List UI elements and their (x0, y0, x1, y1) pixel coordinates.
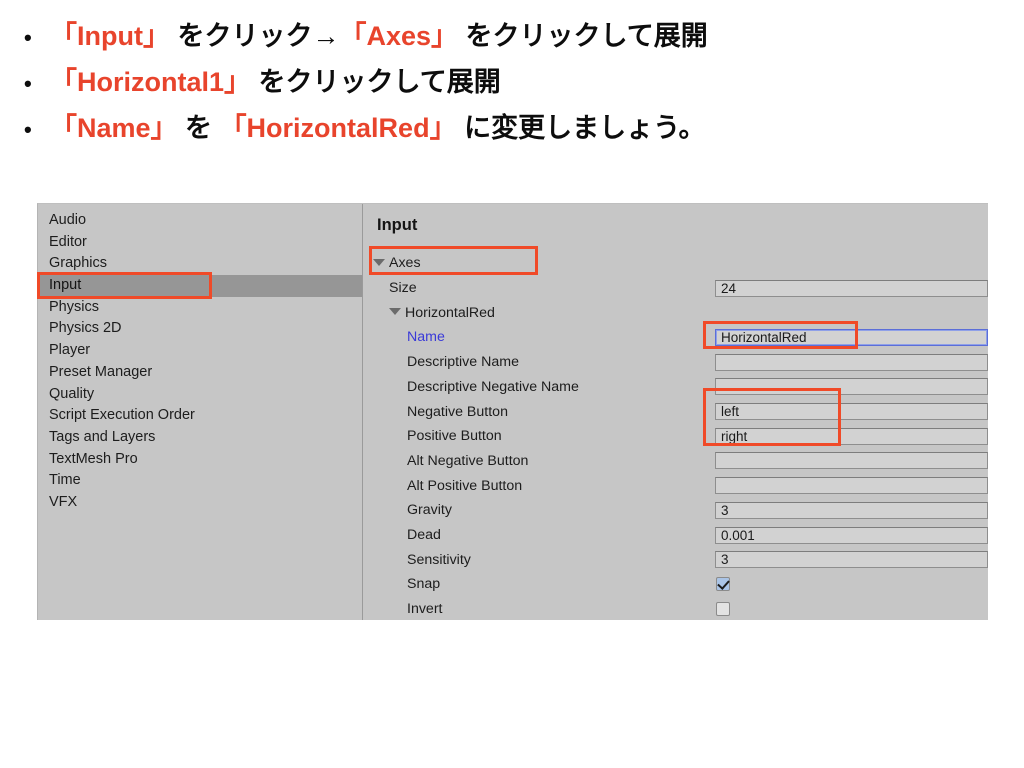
input-field-dead[interactable]: 0.001 (715, 526, 988, 544)
input-field-name[interactable]: HorizontalRed (715, 328, 988, 346)
settings-row-invert[interactable]: Invert (363, 597, 988, 620)
bullet-segment-black: をクリック→ (169, 21, 340, 51)
bullet-segment-red: 「Input」 (50, 21, 170, 51)
bullet-segment-black: を (177, 113, 220, 143)
row-label: Name (407, 329, 445, 346)
input-field-gravity[interactable]: 3 (715, 501, 988, 519)
sidebar-item-player[interactable]: Player (38, 340, 362, 362)
settings-row-gravity[interactable]: Gravity 3 (363, 498, 988, 523)
settings-detail-pane: Input Axes Size 24 HorizontalRed Name Horizon… (363, 204, 988, 620)
row-label: Alt Positive Button (407, 477, 523, 494)
input-field-alt-negative-button[interactable] (715, 452, 988, 470)
row-label: Size (389, 280, 417, 297)
settings-row-alt-positive-button[interactable]: Alt Positive Button (363, 473, 988, 498)
page-title: Input (377, 216, 418, 234)
settings-row-positive-button[interactable]: Positive Button right (363, 424, 988, 449)
settings-category-sidebar[interactable]: Audio Editor Graphics Input Physics Physics 2… (38, 204, 363, 620)
row-label: Snap (407, 576, 441, 593)
row-label: Descriptive Negative Name (407, 378, 579, 395)
row-label: Alt Negative Button (407, 452, 529, 469)
sidebar-item-graphics[interactable]: Graphics (38, 253, 362, 275)
bullet-text: 「Input」 をクリック→「Axes」 をクリックして展開 (50, 14, 708, 58)
bullet-text: 「Horizontal1」 をクリックして展開 (50, 60, 501, 104)
bullet-segment-black: に変更しましょう。 (456, 113, 706, 143)
sidebar-item-input[interactable]: Input (38, 275, 362, 297)
sidebar-item-audio[interactable]: Audio (38, 210, 362, 232)
triangle-down-icon[interactable] (389, 308, 401, 316)
bullet-segment-black: をクリックして展開 (458, 21, 708, 51)
settings-row-alt-negative-button[interactable]: Alt Negative Button (363, 449, 988, 474)
bullet-text: 「Name」 を 「HorizontalRed」 に変更しましょう。 (50, 106, 705, 150)
sidebar-item-physics-2d[interactable]: Physics 2D (38, 318, 362, 340)
input-field-alt-positive-button[interactable] (715, 477, 988, 495)
row-label-text: HorizontalRed (405, 304, 495, 321)
bullet-marker: • (24, 71, 32, 96)
instruction-bullet-list: • 「Input」 をクリック→「Axes」 をクリックして展開 • 「Hori… (24, 14, 984, 152)
row-label: Descriptive Name (407, 354, 519, 371)
bullet-item: • 「Input」 をクリック→「Axes」 をクリックして展開 (24, 14, 984, 60)
bullet-segment-red: 「Horizontal1」 (50, 67, 252, 97)
sidebar-item-time[interactable]: Time (38, 470, 362, 492)
settings-row-sensitivity[interactable]: Sensitivity 3 (363, 547, 988, 572)
settings-row-descriptive-negative-name[interactable]: Descriptive Negative Name (363, 375, 988, 400)
sidebar-item-textmesh-pro[interactable]: TextMesh Pro (38, 449, 362, 471)
sidebar-item-tags-and-layers[interactable]: Tags and Layers (38, 427, 362, 449)
sidebar-item-physics[interactable]: Physics (38, 297, 362, 319)
input-field-descriptive-name[interactable] (715, 353, 988, 371)
row-label: Dead (407, 527, 441, 544)
bullet-segment-red: 「Axes」 (339, 21, 459, 51)
sidebar-item-vfx[interactable]: VFX (38, 492, 362, 514)
project-settings-window: Audio Editor Graphics Input Physics Physics 2… (37, 203, 988, 620)
triangle-down-icon[interactable] (373, 259, 385, 267)
row-label-text: Axes (389, 255, 421, 272)
bullet-item: • 「Horizontal1」 をクリックして展開 (24, 60, 984, 106)
sidebar-item-preset-manager[interactable]: Preset Manager (38, 362, 362, 384)
settings-row-snap[interactable]: Snap (363, 572, 988, 597)
bullet-segment-black: をクリックして展開 (251, 67, 501, 97)
settings-row-dead[interactable]: Dead 0.001 (363, 523, 988, 548)
row-label: Sensitivity (407, 551, 471, 568)
row-label: Axes (373, 255, 421, 271)
bullet-segment-red: 「Name」 (50, 113, 178, 143)
settings-row-negative-button[interactable]: Negative Button left (363, 399, 988, 424)
input-field-negative-button[interactable]: left (715, 403, 988, 421)
settings-row-descriptive-name[interactable]: Descriptive Name (363, 350, 988, 375)
settings-row-axes[interactable]: Axes (363, 251, 988, 276)
row-label: Negative Button (407, 403, 508, 420)
sidebar-item-script-execution-order[interactable]: Script Execution Order (38, 405, 362, 427)
checkbox-invert[interactable] (716, 602, 730, 617)
settings-row-horizontalred[interactable]: HorizontalRed (363, 300, 988, 325)
bullet-segment-red: 「HorizontalRed」 (219, 113, 457, 143)
row-label: Positive Button (407, 428, 502, 445)
input-field-sensitivity[interactable]: 3 (715, 551, 988, 569)
input-field-size[interactable]: 24 (715, 279, 988, 297)
settings-row-size[interactable]: Size 24 (363, 276, 988, 301)
sidebar-item-quality[interactable]: Quality (38, 384, 362, 406)
settings-row-name[interactable]: Name HorizontalRed (363, 325, 988, 350)
input-field-descriptive-negative-name[interactable] (715, 378, 988, 396)
row-label: HorizontalRed (389, 305, 495, 321)
row-label: Gravity (407, 502, 452, 519)
sidebar-item-editor[interactable]: Editor (38, 232, 362, 254)
bullet-marker: • (24, 25, 32, 50)
bullet-marker: • (24, 117, 32, 142)
bullet-item: • 「Name」 を 「HorizontalRed」 に変更しましょう。 (24, 106, 984, 152)
row-label: Invert (407, 601, 443, 618)
input-field-positive-button[interactable]: right (715, 427, 988, 445)
checkbox-snap[interactable] (716, 577, 730, 592)
